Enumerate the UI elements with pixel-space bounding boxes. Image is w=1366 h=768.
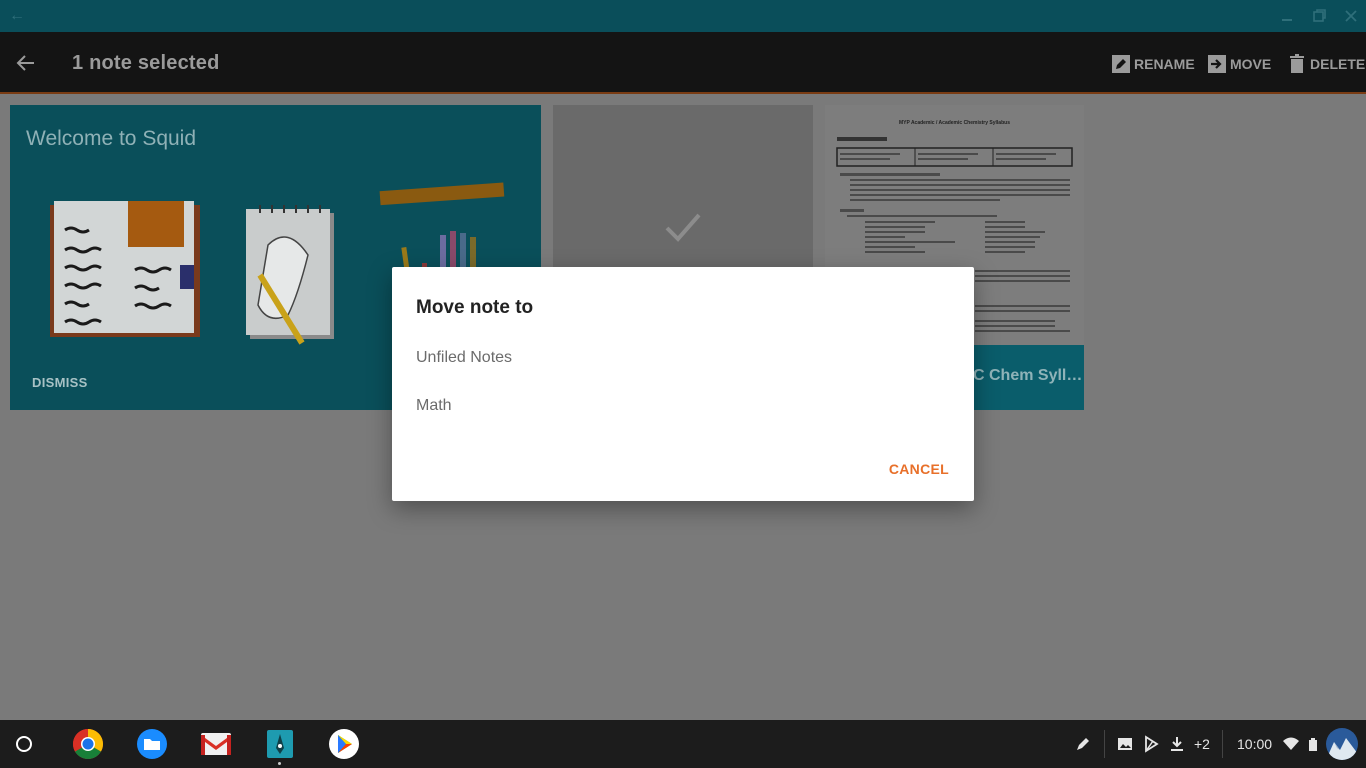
clock[interactable]: 10:00 [1237,736,1272,752]
selection-title: 1 note selected [72,52,220,74]
dismiss-button[interactable]: DISMISS [32,375,88,390]
window-titlebar: ← [0,0,1366,32]
dialog-title: Move note to [416,297,534,318]
restore-icon[interactable] [1309,6,1329,26]
tray-divider [1222,730,1223,758]
rename-label: RENAME [1134,56,1195,72]
squid-icon[interactable] [264,728,296,760]
notification-count[interactable]: +2 [1194,736,1210,752]
note-title: C Chem Syll… [973,367,1083,384]
move-icon [1208,55,1226,73]
stylus-icon[interactable] [1074,734,1092,754]
welcome-title: Welcome to Squid [26,127,197,150]
delete-label: DELETE [1310,56,1366,72]
move-note-dialog: Move note to Unfiled Notes Math CANCEL [392,267,974,501]
download-icon[interactable] [1168,734,1186,754]
tray-divider [1104,730,1105,758]
gmail-icon[interactable] [200,728,232,760]
running-indicator [278,762,281,765]
close-icon[interactable] [1341,6,1361,26]
image-notification-icon[interactable] [1116,734,1134,754]
app-bar: 1 note selected RENAME MOVE DELETE [0,32,1366,94]
trash-icon [1290,54,1304,73]
rename-button[interactable]: RENAME [1111,52,1195,76]
move-button[interactable]: MOVE [1207,52,1271,76]
play-store-icon[interactable] [328,728,360,760]
battery-icon[interactable] [1304,734,1322,754]
chrome-icon[interactable] [72,728,104,760]
shelf: +2 10:00 [0,720,1366,768]
wifi-icon[interactable] [1282,734,1300,754]
avatar[interactable] [1326,728,1358,760]
files-icon[interactable] [136,728,168,760]
move-label: MOVE [1230,56,1272,72]
cancel-button[interactable]: CANCEL [889,461,949,477]
check-icon [665,213,701,242]
folder-option-unfiled-notes[interactable]: Unfiled Notes [416,349,512,367]
delete-button[interactable]: DELETE [1287,52,1365,76]
folder-option-math[interactable]: Math [416,397,452,415]
rename-icon [1112,55,1130,73]
play-notification-icon[interactable] [1142,734,1160,754]
back-arrow-icon[interactable] [14,51,38,75]
minimize-icon[interactable] [1277,6,1297,26]
launcher-icon[interactable] [16,736,32,752]
window-back-icon[interactable]: ← [6,5,28,27]
